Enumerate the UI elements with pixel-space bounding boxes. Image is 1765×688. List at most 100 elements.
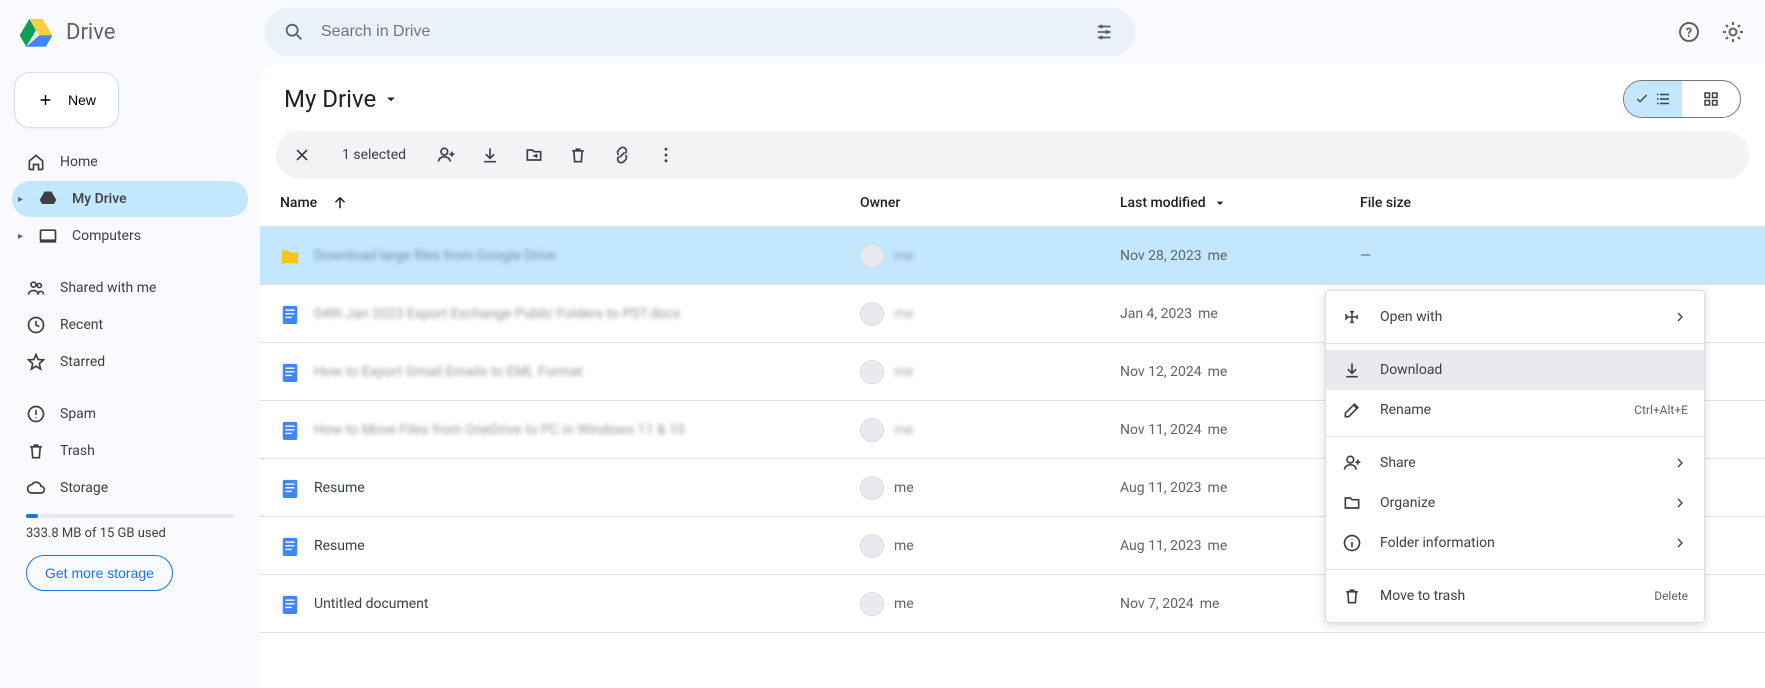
owner-avatar <box>860 418 884 442</box>
sidebar-item-spam[interactable]: Spam <box>12 396 248 432</box>
file-name: Download large files from Google Drive <box>314 248 556 264</box>
sidebar-item-label: Spam <box>60 406 96 422</box>
grid-view-button[interactable] <box>1682 81 1740 117</box>
grid-icon <box>1702 90 1720 108</box>
search-bar[interactable] <box>265 8 1135 56</box>
context-menu-label: Organize <box>1380 495 1654 511</box>
context-menu-trash[interactable]: Move to trashDelete <box>1326 576 1704 616</box>
breadcrumb-label: My Drive <box>284 85 376 113</box>
main-panel: My Drive 1 selected <box>260 64 1765 688</box>
owner-avatar <box>860 360 884 384</box>
delete-button[interactable] <box>568 145 588 165</box>
get-more-storage-button[interactable]: Get more storage <box>26 555 173 591</box>
move-button[interactable] <box>524 145 544 165</box>
sidebar: New Home▸My Drive▸ComputersShared with m… <box>0 64 260 688</box>
modified-date: Aug 11, 2023 <box>1120 538 1202 554</box>
sidebar-item-label: Storage <box>60 480 108 496</box>
rename-icon <box>1342 400 1362 420</box>
sidebar-item-recent[interactable]: Recent <box>12 307 248 343</box>
logo-area[interactable]: Drive <box>16 14 241 50</box>
download-button[interactable] <box>480 145 500 165</box>
context-menu-label: Open with <box>1380 309 1654 325</box>
download-icon <box>1342 360 1362 380</box>
sidebar-item-trash[interactable]: Trash <box>12 433 248 469</box>
table-row[interactable]: Download large files from Google Driveme… <box>260 227 1765 285</box>
modified-by: me <box>1208 538 1228 554</box>
modified-date: Jan 4, 2023 <box>1120 306 1192 322</box>
expand-caret-icon[interactable]: ▸ <box>18 231 23 242</box>
download-icon <box>480 145 500 165</box>
col-owner-label[interactable]: Owner <box>860 195 900 211</box>
check-icon <box>1634 91 1650 107</box>
more-actions-button[interactable] <box>656 145 676 165</box>
storage-usage-bar <box>26 514 234 518</box>
sidebar-item-mydrive[interactable]: ▸My Drive <box>12 181 248 217</box>
breadcrumb[interactable]: My Drive <box>284 85 400 113</box>
expand-caret-icon[interactable]: ▸ <box>18 194 23 205</box>
modified-date: Nov 12, 2024 <box>1120 364 1202 380</box>
context-menu-info[interactable]: Folder information <box>1326 523 1704 563</box>
computers-icon <box>38 226 58 246</box>
sidebar-item-home[interactable]: Home <box>12 144 248 180</box>
sidebar-item-label: Recent <box>60 317 103 333</box>
help-icon[interactable] <box>1677 20 1701 44</box>
sidebar-item-label: Trash <box>60 443 95 459</box>
context-menu-label: Rename <box>1380 402 1616 418</box>
context-menu-label: Share <box>1380 455 1654 471</box>
new-button[interactable]: New <box>14 72 119 128</box>
col-modified-label[interactable]: Last modified <box>1120 195 1206 211</box>
file-type-icon <box>280 536 300 556</box>
file-type-icon <box>280 246 300 266</box>
drive-logo-icon <box>16 14 56 50</box>
organize-icon <box>1342 493 1362 513</box>
mydrive-icon <box>38 189 58 209</box>
clear-selection-button[interactable] <box>286 145 318 165</box>
share-icon <box>1342 453 1362 473</box>
shared-icon <box>26 278 46 298</box>
context-menu-label: Download <box>1380 362 1688 378</box>
owner-avatar <box>860 476 884 500</box>
search-input[interactable] <box>319 22 1081 42</box>
context-menu-rename[interactable]: Rename Ctrl+Alt+E <box>1326 390 1704 430</box>
modified-date: Nov 28, 2023 <box>1120 248 1202 264</box>
search-options-icon[interactable] <box>1095 21 1117 43</box>
context-menu-download[interactable]: Download <box>1326 350 1704 390</box>
sidebar-item-label: Home <box>60 154 98 170</box>
owner-name: me <box>894 538 914 554</box>
owner-name: me <box>894 306 914 322</box>
context-menu-share[interactable]: Share <box>1326 443 1704 483</box>
share-button[interactable] <box>436 145 456 165</box>
sort-arrow-up-icon[interactable] <box>331 194 349 212</box>
storage-icon <box>26 478 46 498</box>
keyboard-shortcut: Ctrl+Alt+E <box>1634 403 1688 417</box>
col-name-label[interactable]: Name <box>280 195 317 211</box>
sidebar-item-storage[interactable]: Storage <box>12 470 248 506</box>
settings-icon[interactable] <box>1721 20 1745 44</box>
selection-count: 1 selected <box>342 147 406 163</box>
file-name: How to Move Files from OneDrive to PC in… <box>314 422 685 438</box>
new-button-label: New <box>68 92 96 108</box>
context-menu-open[interactable]: Open with <box>1326 297 1704 337</box>
caret-down-icon <box>382 90 400 108</box>
list-view-button[interactable] <box>1624 81 1682 117</box>
caret-down-icon[interactable] <box>1212 195 1228 211</box>
trash-icon <box>26 441 46 461</box>
move-to-folder-icon <box>524 145 544 165</box>
file-name: Resume <box>314 538 365 554</box>
owner-name: me <box>894 422 914 438</box>
sidebar-item-shared[interactable]: Shared with me <box>12 270 248 306</box>
sidebar-item-label: Computers <box>72 228 141 244</box>
col-size-label[interactable]: File size <box>1360 195 1411 211</box>
modified-by: me <box>1198 306 1218 322</box>
get-link-button[interactable] <box>612 145 632 165</box>
sidebar-item-starred[interactable]: Starred <box>12 344 248 380</box>
file-name: 04th Jan 2023 Export Exchange Public Fol… <box>314 306 680 322</box>
context-menu: Open with Download Rename Ctrl+Alt+E Share Or… <box>1325 290 1705 623</box>
file-size: — <box>1360 248 1371 264</box>
modified-date: Nov 11, 2024 <box>1120 422 1202 438</box>
context-menu-organize[interactable]: Organize <box>1326 483 1704 523</box>
sidebar-item-computers[interactable]: ▸ Computers <box>12 218 248 254</box>
trash-icon <box>568 145 588 165</box>
file-type-icon <box>280 304 300 324</box>
keyboard-shortcut: Delete <box>1654 589 1688 603</box>
